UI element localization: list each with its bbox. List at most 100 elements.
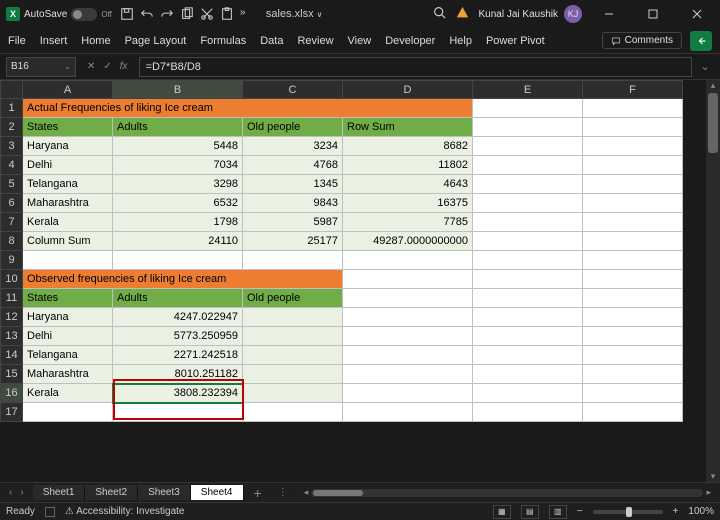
cell[interactable]: Haryana	[23, 308, 113, 327]
row-header[interactable]: 10	[1, 270, 23, 289]
view-page-layout-icon[interactable]: ▤	[521, 505, 539, 519]
cell[interactable]	[583, 137, 683, 156]
tab-help[interactable]: Help	[449, 35, 472, 47]
cell[interactable]: Row Sum	[343, 118, 473, 137]
cell[interactable]	[343, 289, 473, 308]
cell[interactable]	[113, 251, 243, 270]
vertical-scrollbar[interactable]: ▴ ▾	[706, 80, 720, 482]
cell[interactable]	[583, 365, 683, 384]
cell[interactable]	[473, 156, 583, 175]
cell[interactable]: 4768	[243, 156, 343, 175]
cell[interactable]	[583, 403, 683, 422]
cell[interactable]	[343, 346, 473, 365]
fx-icon[interactable]: fx	[117, 61, 131, 72]
zoom-level[interactable]: 100%	[688, 506, 714, 517]
cell[interactable]	[243, 327, 343, 346]
cell[interactable]	[473, 137, 583, 156]
cell[interactable]	[343, 251, 473, 270]
cell[interactable]: 6532	[113, 194, 243, 213]
cell[interactable]: States	[23, 118, 113, 137]
row-header[interactable]: 3	[1, 137, 23, 156]
col-header-B[interactable]: B	[113, 81, 243, 99]
row-header[interactable]: 17	[1, 403, 23, 422]
row-header[interactable]: 4	[1, 156, 23, 175]
save-icon[interactable]	[120, 7, 134, 21]
row-header[interactable]: 6	[1, 194, 23, 213]
minimize-button[interactable]	[592, 3, 626, 25]
cell[interactable]	[343, 403, 473, 422]
row-header[interactable]: 9	[1, 251, 23, 270]
cell[interactable]	[583, 384, 683, 403]
cancel-icon[interactable]: ✕	[84, 61, 98, 72]
cell[interactable]: Adults	[113, 289, 243, 308]
cell[interactable]: Maharashtra	[23, 365, 113, 384]
tab-prev-icon[interactable]: ‹	[6, 487, 15, 498]
zoom-slider[interactable]	[593, 510, 663, 514]
search-icon[interactable]	[433, 6, 446, 22]
row-header[interactable]: 11	[1, 289, 23, 308]
cell[interactable]	[343, 327, 473, 346]
zoom-in-icon[interactable]: +	[673, 506, 679, 517]
cell[interactable]	[473, 232, 583, 251]
cell[interactable]: Kerala	[23, 384, 113, 403]
cell[interactable]	[473, 346, 583, 365]
macro-record-icon[interactable]	[45, 507, 55, 517]
warning-icon[interactable]	[456, 6, 469, 22]
more-icon[interactable]: »	[240, 7, 254, 21]
cell[interactable]	[23, 403, 113, 422]
cell[interactable]: Actual Frequencies of liking Ice cream	[23, 99, 473, 118]
row-header[interactable]: 1	[1, 99, 23, 118]
cell[interactable]	[343, 384, 473, 403]
comments-button[interactable]: Comments	[602, 32, 682, 49]
add-sheet-button[interactable]: +	[244, 485, 272, 501]
cell[interactable]: 7034	[113, 156, 243, 175]
cell[interactable]: Haryana	[23, 137, 113, 156]
sheet-tab-active[interactable]: Sheet4	[191, 485, 244, 500]
cell[interactable]: Old people	[243, 118, 343, 137]
col-header-C[interactable]: C	[243, 81, 343, 99]
tab-insert[interactable]: Insert	[40, 35, 68, 47]
sheet-tab[interactable]: Sheet1	[33, 485, 86, 500]
cell[interactable]: 5987	[243, 213, 343, 232]
cell[interactable]	[473, 99, 583, 118]
cell[interactable]	[243, 308, 343, 327]
cell[interactable]	[243, 365, 343, 384]
cell[interactable]: 5448	[113, 137, 243, 156]
cell[interactable]: 3298	[113, 175, 243, 194]
toggle-switch[interactable]	[71, 8, 97, 21]
tab-home[interactable]: Home	[81, 35, 110, 47]
cell[interactable]	[243, 403, 343, 422]
cell[interactable]	[113, 403, 243, 422]
cell-selected[interactable]: 3808.232394	[113, 384, 243, 403]
tab-developer[interactable]: Developer	[385, 35, 435, 47]
tab-formulas[interactable]: Formulas	[200, 35, 246, 47]
cell[interactable]: 4247.022947	[113, 308, 243, 327]
sheet-tab[interactable]: Sheet2	[85, 485, 138, 500]
row-header[interactable]: 15	[1, 365, 23, 384]
cell[interactable]	[583, 289, 683, 308]
cell[interactable]	[343, 365, 473, 384]
tab-file[interactable]: File	[8, 35, 26, 47]
accessibility-status[interactable]: ⚠ Accessibility: Investigate	[65, 506, 185, 517]
horizontal-scrollbar[interactable]: ◂ ▸	[301, 487, 714, 498]
cell[interactable]	[583, 175, 683, 194]
spreadsheet-table[interactable]: A B C D E F 1 Actual Frequencies of liki…	[0, 80, 683, 422]
cell[interactable]: 49287.0000000000	[343, 232, 473, 251]
tab-overflow-icon[interactable]: ⋮	[272, 487, 295, 498]
cell[interactable]: Column Sum	[23, 232, 113, 251]
confirm-icon[interactable]: ✓	[100, 61, 114, 72]
tab-review[interactable]: Review	[297, 35, 333, 47]
maximize-button[interactable]	[636, 3, 670, 25]
view-page-break-icon[interactable]: ▥	[549, 505, 567, 519]
cell[interactable]: 1798	[113, 213, 243, 232]
cell[interactable]	[583, 270, 683, 289]
cell[interactable]: 24110	[113, 232, 243, 251]
tab-power-pivot[interactable]: Power Pivot	[486, 35, 545, 47]
cell[interactable]	[473, 384, 583, 403]
view-normal-icon[interactable]: ▦	[493, 505, 511, 519]
cell[interactable]	[473, 308, 583, 327]
cell[interactable]: Telangana	[23, 346, 113, 365]
cell[interactable]	[343, 270, 473, 289]
cell[interactable]: Delhi	[23, 327, 113, 346]
row-header[interactable]: 2	[1, 118, 23, 137]
